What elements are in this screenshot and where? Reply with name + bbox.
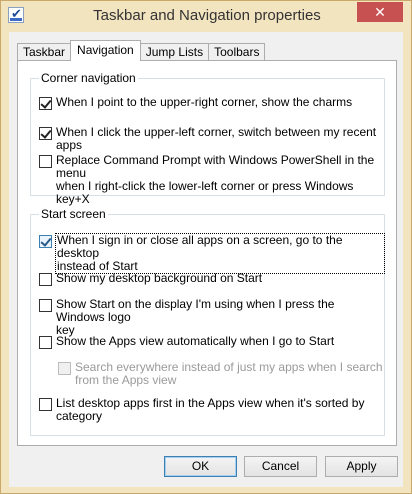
desktop-background-checkbox[interactable]: [39, 273, 52, 286]
tab-strip: Taskbar Navigation Jump Lists Toolbars: [17, 40, 266, 61]
option-desktop-apps-first[interactable]: List desktop apps first in the Apps view…: [39, 397, 364, 423]
search-everywhere-checkbox: [58, 362, 71, 375]
start-screen-heading: Start screen: [39, 207, 108, 221]
start-on-display-label[interactable]: Show Start on the display I'm using when…: [56, 298, 384, 337]
dialog-client-area: Taskbar Navigation Jump Lists Toolbars C…: [9, 32, 403, 487]
replace-command-prompt-checkbox[interactable]: [39, 155, 52, 168]
apply-button[interactable]: Apply: [325, 456, 398, 477]
window-title: Taskbar and Navigation properties: [93, 7, 321, 24]
apps-view-automatically-label[interactable]: Show the Apps view automatically when I …: [56, 335, 334, 348]
desktop-apps-first-line2: category: [56, 409, 103, 423]
option-apps-view-automatically[interactable]: Show the Apps view automatically when I …: [39, 335, 334, 349]
search-everywhere-label: Search everywhere instead of just my app…: [75, 361, 383, 387]
search-everywhere-line1: Search everywhere instead of just my app…: [75, 360, 383, 374]
replace-command-prompt-line2: when I right-click the lower-left corner…: [56, 179, 354, 206]
option-go-to-desktop[interactable]: When I sign in or close all apps on a sc…: [39, 233, 385, 274]
search-everywhere-line2: from the Apps view: [75, 373, 177, 387]
option-desktop-background[interactable]: Show my desktop background on Start: [39, 272, 262, 286]
desktop-apps-first-label[interactable]: List desktop apps first in the Apps view…: [56, 397, 364, 423]
go-to-desktop-label[interactable]: When I sign in or close all apps on a sc…: [55, 233, 385, 274]
show-charms-label[interactable]: When I point to the upper-right corner, …: [56, 96, 352, 109]
desktop-apps-first-checkbox[interactable]: [39, 398, 52, 411]
start-on-display-line1: Show Start on the display I'm using when…: [56, 297, 335, 324]
option-search-everywhere: Search everywhere instead of just my app…: [58, 361, 383, 387]
go-to-desktop-checkbox[interactable]: [39, 235, 52, 248]
option-switch-recent-apps[interactable]: When I click the upper-left corner, swit…: [39, 126, 384, 152]
tab-taskbar[interactable]: Taskbar: [17, 43, 72, 61]
option-replace-command-prompt[interactable]: Replace Command Prompt with Windows Powe…: [39, 154, 384, 206]
corner-navigation-heading: Corner navigation: [39, 71, 138, 85]
close-button[interactable]: ✕: [357, 2, 403, 22]
start-screen-group: Start screen When I sign in or close all…: [30, 207, 385, 436]
navigation-tab-panel: Corner navigation When I point to the up…: [17, 60, 397, 446]
desktop-apps-first-line1: List desktop apps first in the Apps view…: [56, 396, 365, 410]
start-on-display-checkbox[interactable]: [39, 299, 52, 312]
option-show-charms[interactable]: When I point to the upper-right corner, …: [39, 96, 352, 110]
go-to-desktop-line1: When I sign in or close all apps on a sc…: [57, 233, 343, 260]
switch-recent-apps-label[interactable]: When I click the upper-left corner, swit…: [56, 126, 384, 152]
replace-command-prompt-line1: Replace Command Prompt with Windows Powe…: [56, 153, 375, 180]
corner-navigation-group: Corner navigation When I point to the up…: [30, 71, 385, 206]
option-start-on-display[interactable]: Show Start on the display I'm using when…: [39, 298, 384, 337]
switch-recent-apps-checkbox[interactable]: [39, 127, 52, 140]
tab-jump-lists[interactable]: Jump Lists: [139, 43, 210, 61]
desktop-background-label[interactable]: Show my desktop background on Start: [56, 272, 262, 285]
title-bar[interactable]: ✔ Taskbar and Navigation properties ✕: [1, 1, 411, 33]
tab-toolbars[interactable]: Toolbars: [208, 43, 266, 61]
ok-button[interactable]: OK: [164, 456, 237, 477]
properties-window: ✔ Taskbar and Navigation properties ✕ Ta…: [0, 0, 412, 494]
cancel-button[interactable]: Cancel: [244, 456, 317, 477]
tab-navigation[interactable]: Navigation: [70, 40, 141, 61]
replace-command-prompt-label[interactable]: Replace Command Prompt with Windows Powe…: [56, 154, 384, 206]
show-charms-checkbox[interactable]: [39, 97, 52, 110]
apps-view-automatically-checkbox[interactable]: [39, 336, 52, 349]
